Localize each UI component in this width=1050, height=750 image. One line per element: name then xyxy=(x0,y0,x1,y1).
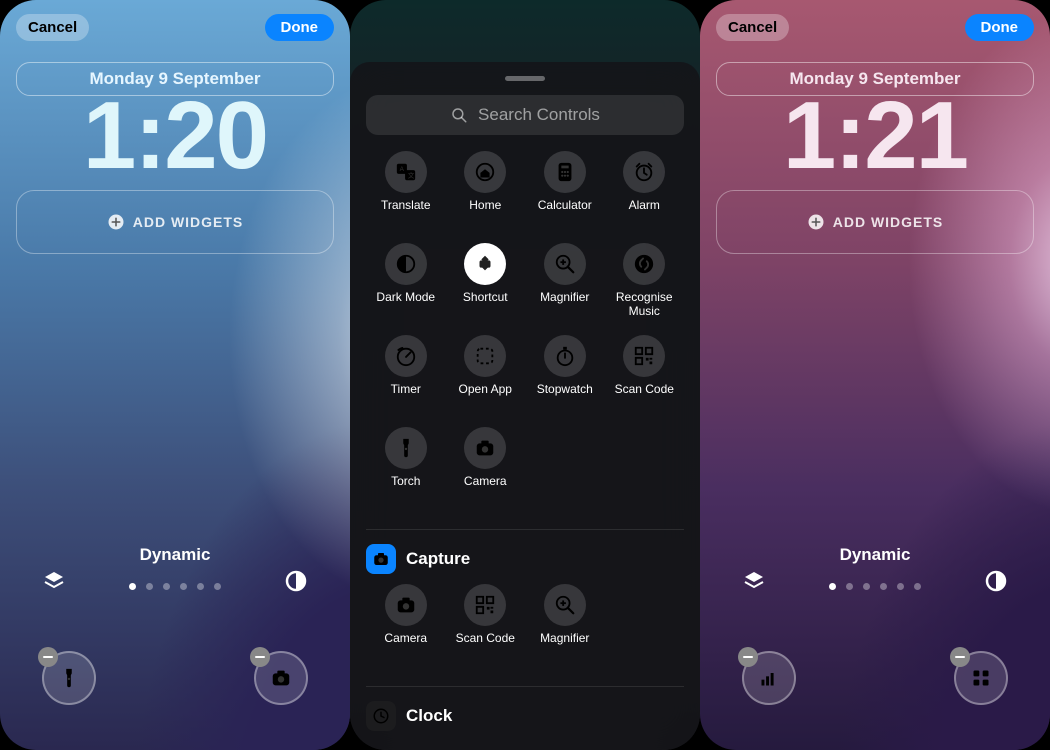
add-widgets-button[interactable]: ADD WIDGETS xyxy=(16,190,334,254)
section-title: Capture xyxy=(406,549,470,569)
darkmode-icon xyxy=(385,243,427,285)
lockscreen-editor-right: Cancel Done Monday 9 September 1:21 ADD … xyxy=(700,0,1050,750)
control-label: Home xyxy=(469,199,501,227)
translate-icon xyxy=(385,151,427,193)
shazam-icon xyxy=(623,243,665,285)
wallpaper-style-label: Dynamic xyxy=(700,545,1050,565)
contrast-icon[interactable] xyxy=(282,567,310,595)
grid-icon xyxy=(971,667,991,689)
torch-icon xyxy=(385,427,427,469)
cancel-button[interactable]: Cancel xyxy=(716,14,789,41)
search-placeholder: Search Controls xyxy=(478,105,600,125)
control-camera[interactable]: Camera xyxy=(366,584,446,670)
clock-widget[interactable]: 1:21 xyxy=(700,88,1050,184)
qrcode-icon xyxy=(464,584,506,626)
timer-icon xyxy=(385,335,427,377)
control-translate[interactable]: Translate xyxy=(366,151,446,237)
control-label: Scan Code xyxy=(456,632,515,660)
control-label: Timer xyxy=(391,383,421,411)
cellular-icon xyxy=(759,667,779,689)
camera-icon xyxy=(464,427,506,469)
home-icon xyxy=(464,151,506,193)
calculator-icon xyxy=(544,151,586,193)
section-capture: Capture Camera Scan Code Magnifier xyxy=(366,529,684,670)
camera-icon xyxy=(385,584,427,626)
control-label: Alarm xyxy=(629,199,660,227)
control-magnifier[interactable]: Magnifier xyxy=(525,243,605,329)
control-home[interactable]: Home xyxy=(446,151,526,237)
remove-badge[interactable] xyxy=(250,647,270,667)
camera-icon xyxy=(270,667,292,689)
shortcut-icon xyxy=(464,243,506,285)
cancel-button[interactable]: Cancel xyxy=(16,14,89,41)
quick-action-left[interactable] xyxy=(742,651,796,705)
camera-icon xyxy=(366,544,396,574)
add-widgets-label: ADD WIDGETS xyxy=(133,214,244,230)
quick-action-right[interactable] xyxy=(254,651,308,705)
control-label: Torch xyxy=(391,475,420,503)
wallpaper-style-label: Dynamic xyxy=(0,545,350,565)
control-label: Translate xyxy=(381,199,431,227)
control-timer[interactable]: Timer xyxy=(366,335,446,421)
suggested-controls-grid: Translate Home Calculator Alarm Dark Mode Sho… xyxy=(366,151,684,513)
control-label: Camera xyxy=(384,632,427,660)
lockscreen-editor-left: Cancel Done Monday 9 September 1:20 ADD … xyxy=(0,0,350,750)
quick-action-right[interactable] xyxy=(954,651,1008,705)
control-label: Dark Mode xyxy=(376,291,435,319)
clock-widget[interactable]: 1:20 xyxy=(0,88,350,184)
qrcode-icon xyxy=(623,335,665,377)
contrast-icon[interactable] xyxy=(982,567,1010,595)
magnifier-icon xyxy=(544,584,586,626)
control-torch[interactable]: Torch xyxy=(366,427,446,513)
control-scan-code[interactable]: Scan Code xyxy=(446,584,526,670)
search-controls-input[interactable]: Search Controls xyxy=(366,95,684,135)
add-widgets-button[interactable]: ADD WIDGETS xyxy=(716,190,1034,254)
quick-action-left[interactable] xyxy=(42,651,96,705)
remove-badge[interactable] xyxy=(950,647,970,667)
clock-icon xyxy=(366,701,396,731)
stopwatch-icon xyxy=(544,335,586,377)
control-open-app[interactable]: Open App xyxy=(446,335,526,421)
control-label: Stopwatch xyxy=(537,383,593,411)
control-recognise-music[interactable]: Recognise Music xyxy=(605,243,685,329)
plus-circle-icon xyxy=(107,213,125,231)
control-label: Magnifier xyxy=(540,632,589,660)
layers-icon[interactable] xyxy=(740,567,768,595)
section-title: Clock xyxy=(406,706,452,726)
control-label: Magnifier xyxy=(540,291,589,319)
control-dark-mode[interactable]: Dark Mode xyxy=(366,243,446,329)
layers-icon[interactable] xyxy=(40,567,68,595)
control-label: Recognise Music xyxy=(605,291,685,319)
control-label: Camera xyxy=(464,475,507,503)
control-alarm[interactable]: Alarm xyxy=(605,151,685,237)
done-button[interactable]: Done xyxy=(965,14,1035,41)
torch-icon xyxy=(58,667,80,689)
section-clock: Clock xyxy=(366,686,684,731)
remove-badge[interactable] xyxy=(38,647,58,667)
magnifier-icon xyxy=(544,243,586,285)
alarm-icon xyxy=(623,151,665,193)
sheet-grabber[interactable] xyxy=(505,76,545,81)
control-label: Shortcut xyxy=(463,291,508,319)
control-stopwatch[interactable]: Stopwatch xyxy=(525,335,605,421)
search-icon xyxy=(450,106,468,124)
control-label: Scan Code xyxy=(615,383,674,411)
control-label: Open App xyxy=(459,383,512,411)
control-camera[interactable]: Camera xyxy=(446,427,526,513)
remove-badge[interactable] xyxy=(738,647,758,667)
control-magnifier[interactable]: Magnifier xyxy=(525,584,605,670)
add-widgets-label: ADD WIDGETS xyxy=(833,214,944,230)
openapp-icon xyxy=(464,335,506,377)
controls-picker-sheet: Search Controls Translate Home Calculator A… xyxy=(350,0,700,750)
control-calculator[interactable]: Calculator xyxy=(525,151,605,237)
control-label: Calculator xyxy=(538,199,592,227)
done-button[interactable]: Done xyxy=(265,14,335,41)
control-shortcut[interactable]: Shortcut xyxy=(446,243,526,329)
plus-circle-icon xyxy=(807,213,825,231)
control-scan-code[interactable]: Scan Code xyxy=(605,335,685,421)
